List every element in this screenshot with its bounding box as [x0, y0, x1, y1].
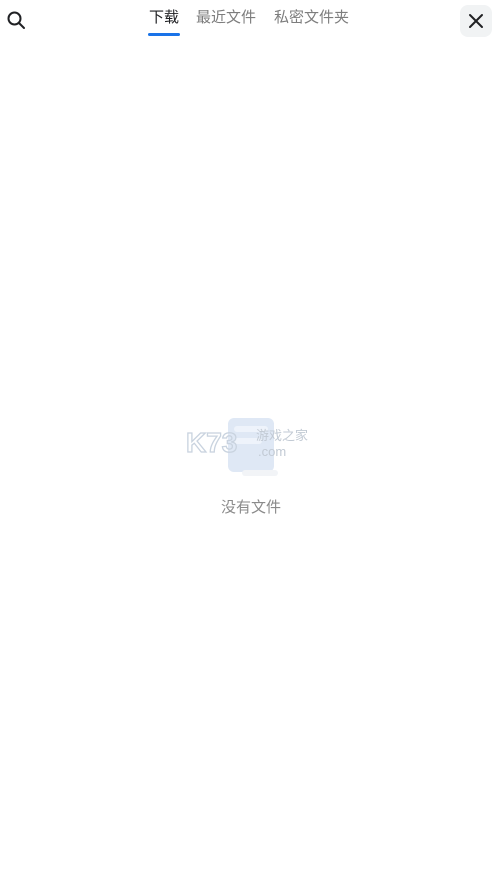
close-button[interactable] [460, 5, 492, 37]
empty-message: 没有文件 [220, 498, 281, 516]
tab-downloads[interactable]: 下载 [149, 7, 179, 27]
close-icon [469, 14, 483, 28]
top-bar: 下载 最近文件 私密文件夹 [0, 0, 502, 44]
tab-recent-files[interactable]: 最近文件 [196, 7, 256, 27]
tab-bar: 下载 最近文件 私密文件夹 [0, 0, 502, 44]
tab-private-folder[interactable]: 私密文件夹 [274, 7, 349, 27]
svg-text:K73: K73 [186, 427, 237, 458]
empty-folder-illustration: K73 游戏之家 .com [184, 412, 320, 478]
svg-text:游戏之家: 游戏之家 [256, 428, 308, 444]
svg-text:.com: .com [258, 444, 286, 459]
active-tab-indicator [148, 33, 180, 36]
